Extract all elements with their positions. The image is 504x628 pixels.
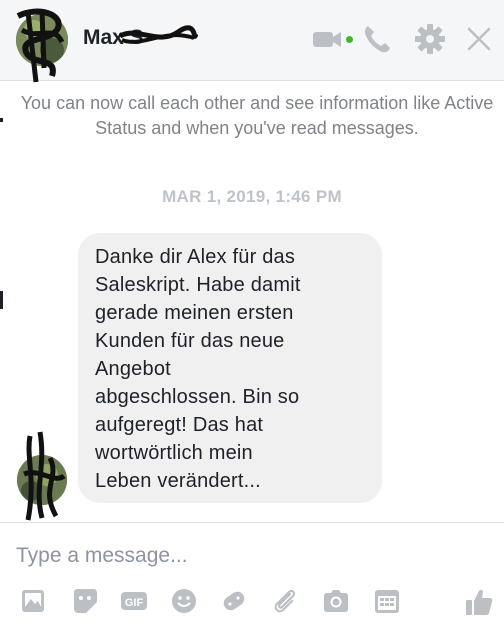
message-line: Kunden für das neue	[95, 330, 285, 352]
svg-text:GIF: GIF	[125, 597, 144, 609]
message-line: aufgeregt! Das hat	[95, 414, 264, 436]
message-line: Leben verändert...	[95, 470, 261, 492]
attachment-icon[interactable]	[270, 586, 300, 616]
message-bubble[interactable]: Danke dir Alex für das Saleskript. Habe …	[78, 233, 382, 503]
calendar-icon[interactable]	[372, 586, 402, 616]
close-icon[interactable]	[462, 22, 496, 56]
video-camera-icon[interactable]	[310, 22, 344, 56]
contact-name[interactable]: Max S	[83, 26, 144, 50]
message-line: wortwörtlich mein	[95, 442, 253, 464]
sticker-icon[interactable]	[70, 586, 100, 616]
games-icon[interactable]	[219, 586, 249, 616]
image-icon[interactable]	[19, 586, 49, 616]
message-timestamp: MAR 1, 2019, 1:46 PM	[162, 187, 342, 206]
message-composer: GIF	[0, 522, 504, 628]
message-line: Angebot	[95, 358, 171, 380]
edge-mark	[0, 118, 3, 122]
gif-icon[interactable]: GIF	[119, 586, 149, 616]
gear-icon[interactable]	[413, 22, 447, 56]
message-line: Danke dir Alex für das	[95, 246, 296, 268]
sender-avatar[interactable]	[17, 455, 67, 505]
message-line: Saleskript. Habe damit	[95, 274, 301, 296]
message-input[interactable]	[14, 540, 486, 572]
call-info-text: You can now call each other and see info…	[20, 93, 494, 138]
contact-avatar[interactable]	[16, 14, 68, 66]
chat-header: Max S	[0, 0, 504, 81]
edge-mark	[0, 291, 3, 309]
message-line: abgeschlossen. Bin so	[95, 386, 300, 408]
message-line: gerade meinen ersten	[95, 302, 294, 324]
thumbs-up-icon[interactable]	[463, 586, 495, 618]
emoji-icon[interactable]	[169, 586, 199, 616]
active-status-dot	[346, 36, 353, 43]
camera-icon[interactable]	[321, 586, 351, 616]
phone-icon[interactable]	[360, 22, 394, 56]
